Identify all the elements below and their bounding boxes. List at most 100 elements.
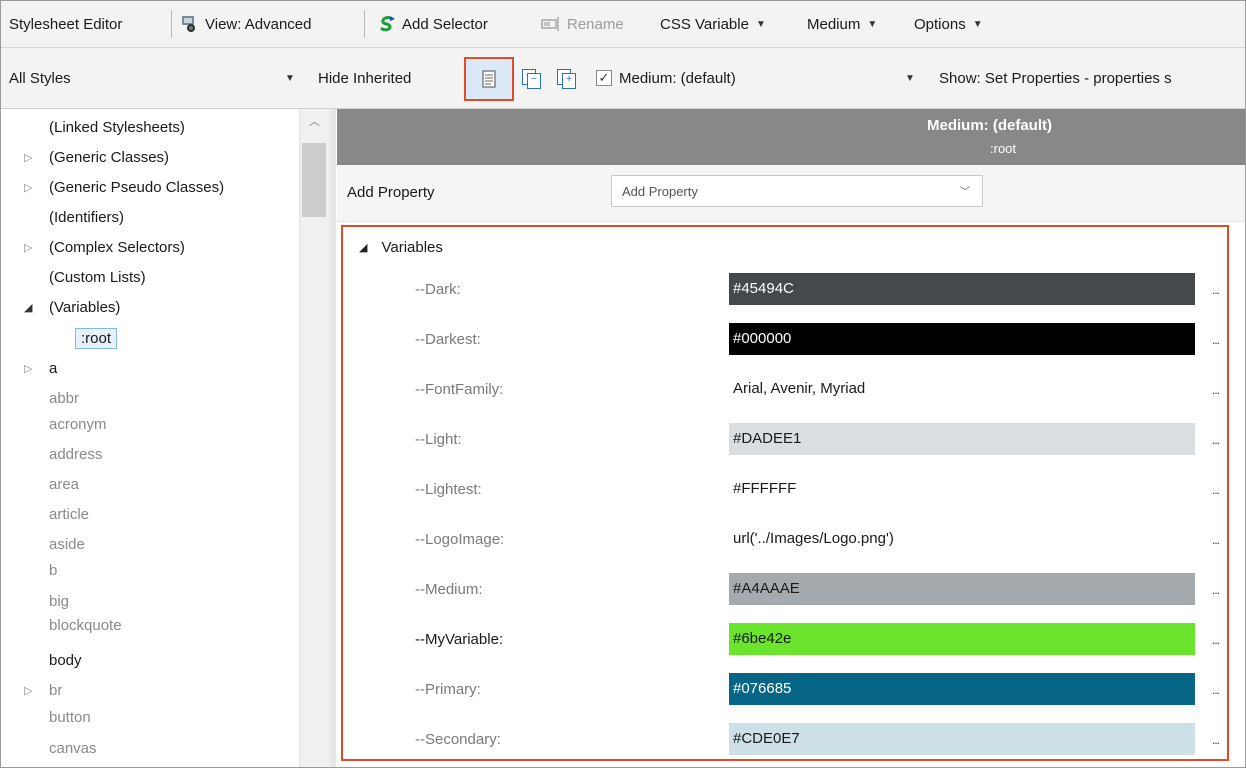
- tree-item-acronym[interactable]: acronym: [49, 413, 107, 435]
- tree-item-body[interactable]: body: [49, 645, 82, 675]
- scrollbar-thumb[interactable]: [302, 143, 326, 217]
- add-property-placeholder: Add Property: [622, 184, 698, 199]
- more-button[interactable]: ...: [1212, 733, 1220, 747]
- tree-item-aside[interactable]: aside: [49, 529, 85, 559]
- header-selector-name: :root: [990, 141, 1017, 156]
- options-menu-label: Options: [914, 15, 966, 33]
- tree-item-generic-classes[interactable]: ▷ (Generic Classes): [24, 142, 170, 172]
- tree-item-big[interactable]: big: [49, 586, 69, 616]
- dropdown-caret-icon: ▼: [755, 18, 766, 30]
- variable-value-field[interactable]: #DADEE1: [729, 423, 1195, 455]
- variable-name: --Darkest:: [415, 331, 481, 348]
- filter-toolbar: All Styles ▼ Hide Inherited − + ✓ Medium…: [1, 48, 1245, 109]
- variable-value-field[interactable]: #FFFFFF: [729, 473, 1195, 505]
- selector-tree: (Linked Stylesheets) ▷ (Generic Classes)…: [1, 109, 299, 767]
- variable-row: --Darkest: #000000 ...: [343, 317, 1227, 365]
- more-button[interactable]: ...: [1212, 533, 1220, 547]
- view-advanced-label: View: Advanced: [205, 15, 312, 33]
- expand-arrow-icon[interactable]: ▷: [24, 181, 32, 194]
- expand-arrow-icon[interactable]: ▷: [24, 151, 32, 164]
- dropdown-caret-icon: ▼: [867, 18, 878, 30]
- collapse-all-button[interactable]: −: [522, 69, 542, 89]
- variables-section-header[interactable]: ◢ Variables: [359, 239, 443, 256]
- panel-splitter[interactable]: [330, 109, 336, 767]
- toolbar-divider: [364, 10, 365, 38]
- expand-arrow-icon[interactable]: ▷: [24, 241, 32, 254]
- tree-item-root[interactable]: :root: [75, 323, 118, 353]
- collapse-arrow-icon[interactable]: ◢: [24, 301, 32, 314]
- view-icon: [179, 14, 199, 34]
- properties-header: Medium: (default) :root: [337, 109, 1245, 165]
- tree-item-abbr[interactable]: abbr: [49, 383, 79, 413]
- variable-value-field[interactable]: url('../Images/Logo.png'): [729, 523, 1195, 555]
- tree-item-linked-stylesheets[interactable]: (Linked Stylesheets): [49, 112, 185, 142]
- expand-arrow-icon[interactable]: ▷: [24, 362, 32, 375]
- tree-item-variables[interactable]: ◢ (Variables): [24, 292, 120, 322]
- tree-item-generic-pseudo-classes[interactable]: ▷ (Generic Pseudo Classes): [24, 172, 225, 202]
- rename-icon: [541, 16, 561, 32]
- header-medium-title: Medium: (default): [927, 117, 1052, 134]
- css-variable-menu[interactable]: CSS Variable ▼: [660, 1, 766, 47]
- variable-name: --Primary:: [415, 681, 481, 698]
- variable-value-field[interactable]: #CDE0E7: [729, 723, 1195, 755]
- add-selector-button[interactable]: Add Selector: [378, 1, 488, 47]
- tree-item-address[interactable]: address: [49, 439, 102, 469]
- tree-item-area[interactable]: area: [49, 469, 79, 499]
- variable-value-field[interactable]: Arial, Avenir, Myriad: [729, 373, 1195, 405]
- chevron-down-icon: ﹀: [960, 187, 970, 198]
- variable-value-field[interactable]: #000000: [729, 323, 1195, 355]
- tree-item-a[interactable]: ▷ a: [24, 353, 57, 383]
- css-variable-label: CSS Variable: [660, 15, 749, 33]
- variable-row: --Medium: #A4AAAE ...: [343, 567, 1227, 615]
- tree-item-b[interactable]: b: [49, 559, 57, 581]
- expand-arrow-icon[interactable]: ▷: [24, 684, 32, 697]
- tree-item-canvas[interactable]: canvas: [49, 733, 97, 763]
- rename-button[interactable]: Rename: [541, 1, 624, 47]
- document-icon: [480, 70, 498, 88]
- tree-item-blockquote[interactable]: blockquote: [49, 613, 122, 637]
- show-filter-select[interactable]: Show: Set Properties - properties s: [939, 48, 1172, 108]
- more-button[interactable]: ...: [1212, 433, 1220, 447]
- tree-item-identifiers[interactable]: (Identifiers): [49, 202, 124, 232]
- variable-value-field[interactable]: #6be42e: [729, 623, 1195, 655]
- variable-name: --Secondary:: [415, 731, 501, 748]
- variable-row: --MyVariable: #6be42e ...: [343, 617, 1227, 665]
- collapse-arrow-icon[interactable]: ◢: [359, 241, 367, 254]
- tree-item-custom-lists[interactable]: (Custom Lists): [49, 262, 146, 292]
- options-menu[interactable]: Options ▼: [914, 1, 983, 47]
- scroll-up-icon[interactable]: ︿: [309, 113, 320, 129]
- variable-row: --Lightest: #FFFFFF ...: [343, 467, 1227, 515]
- more-button[interactable]: ...: [1212, 283, 1220, 297]
- medium-checkbox[interactable]: ✓: [596, 70, 612, 86]
- expand-all-button[interactable]: [464, 57, 514, 101]
- medium-checkbox-select[interactable]: ✓ Medium: (default) ▼: [596, 48, 926, 108]
- add-copy-button[interactable]: +: [557, 69, 577, 89]
- styles-filter-select[interactable]: All Styles ▼: [9, 48, 301, 108]
- view-advanced-button[interactable]: View: Advanced: [179, 1, 311, 47]
- tree-item-label: (Generic Classes): [49, 148, 170, 166]
- tree-item-button[interactable]: button: [49, 705, 91, 729]
- tree-item-label: (Generic Pseudo Classes): [49, 178, 225, 196]
- more-button[interactable]: ...: [1212, 633, 1220, 647]
- hide-inherited-button[interactable]: Hide Inherited: [318, 48, 411, 108]
- more-button[interactable]: ...: [1212, 333, 1220, 347]
- rename-label: Rename: [567, 15, 624, 33]
- tree-item-complex-selectors[interactable]: ▷ (Complex Selectors): [24, 232, 185, 262]
- add-property-combobox[interactable]: Add Property ﹀: [611, 175, 983, 207]
- medium-menu[interactable]: Medium ▼: [807, 1, 877, 47]
- variables-section-label: Variables: [381, 239, 443, 256]
- variable-value-field[interactable]: #A4AAAE: [729, 573, 1195, 605]
- more-button[interactable]: ...: [1212, 683, 1220, 697]
- variable-value-field[interactable]: #076685: [729, 673, 1195, 705]
- minus-icon: −: [527, 73, 541, 89]
- variable-value-field[interactable]: #45494C: [729, 273, 1195, 305]
- tree-scrollbar[interactable]: ︿: [299, 109, 330, 767]
- more-button[interactable]: ...: [1212, 383, 1220, 397]
- more-button[interactable]: ...: [1212, 483, 1220, 497]
- properties-panel: Medium: (default) :root Add Property Add…: [337, 109, 1245, 767]
- more-button[interactable]: ...: [1212, 583, 1220, 597]
- tree-item-article[interactable]: article: [49, 499, 89, 529]
- tree-item-br[interactable]: ▷ br: [24, 675, 62, 705]
- tree-item-label: :root: [75, 327, 118, 349]
- variable-name: --MyVariable:: [415, 631, 504, 648]
